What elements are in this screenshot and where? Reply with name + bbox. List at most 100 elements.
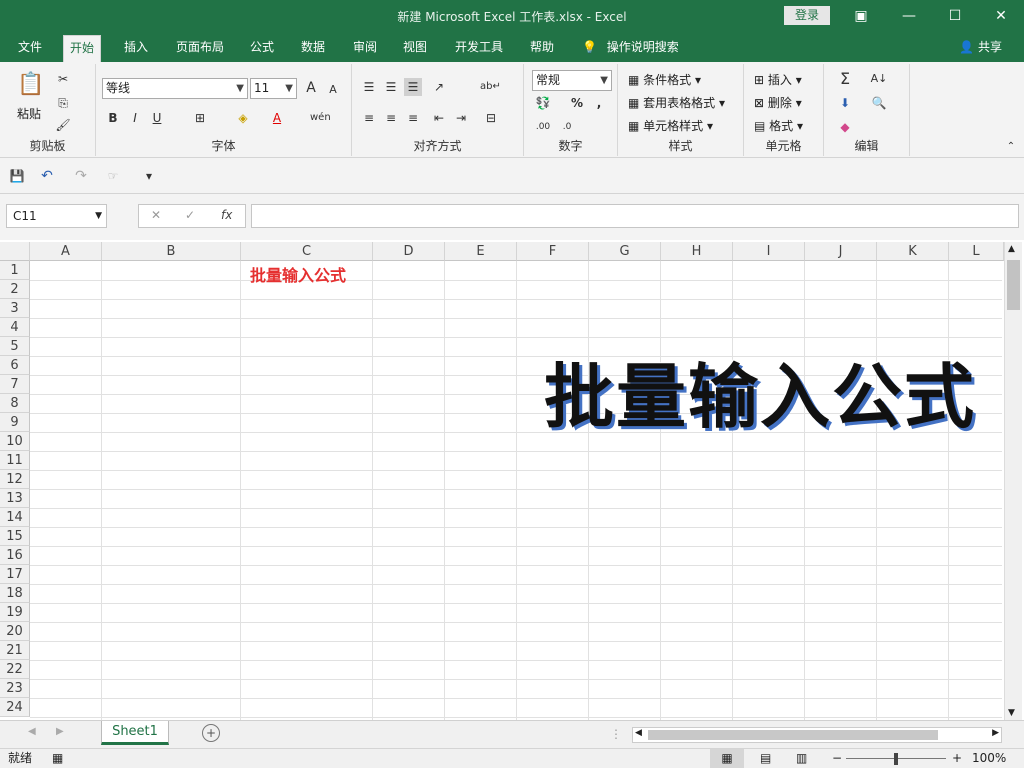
font-name-combo[interactable]: 等线 ▼ bbox=[102, 78, 248, 99]
close-button[interactable]: ✕ bbox=[978, 0, 1024, 32]
column-header[interactable]: I bbox=[733, 242, 805, 261]
zoom-slider-thumb[interactable] bbox=[894, 753, 898, 765]
scroll-down-icon[interactable]: ▼ bbox=[1008, 708, 1015, 718]
shrink-font-button[interactable]: A bbox=[324, 81, 342, 99]
row-header[interactable]: 16 bbox=[0, 546, 30, 565]
comma-button[interactable]: , bbox=[590, 94, 608, 112]
delete-cells-button[interactable]: ⊠ 删除 ▾ bbox=[754, 95, 802, 111]
format-as-table-button[interactable]: ▦ 套用表格格式 ▾ bbox=[628, 95, 725, 111]
horizontal-scrollbar[interactable]: ◀ ▶ bbox=[632, 727, 1002, 743]
column-header[interactable]: E bbox=[445, 242, 517, 261]
select-all-corner[interactable] bbox=[0, 242, 30, 261]
row-header[interactable]: 11 bbox=[0, 451, 30, 470]
align-left-icon[interactable]: ≡ bbox=[360, 109, 378, 127]
row-header[interactable]: 24 bbox=[0, 698, 30, 717]
zoom-level[interactable]: 100% bbox=[972, 749, 1006, 768]
percent-button[interactable]: % bbox=[568, 94, 586, 112]
row-header[interactable]: 2 bbox=[0, 280, 30, 299]
redo-icon[interactable]: ↷ bbox=[72, 167, 90, 185]
italic-button[interactable]: I bbox=[126, 109, 144, 127]
row-header[interactable]: 12 bbox=[0, 470, 30, 489]
page-layout-view-icon[interactable]: ▤ bbox=[760, 749, 771, 768]
zoom-in-icon[interactable]: + bbox=[952, 749, 962, 768]
cell-styles-button[interactable]: ▦ 单元格样式 ▾ bbox=[628, 118, 713, 134]
row-header[interactable]: 21 bbox=[0, 641, 30, 660]
enter-icon[interactable]: ✓ bbox=[185, 208, 195, 222]
normal-view-icon[interactable]: ▦ bbox=[710, 749, 744, 768]
tab-home[interactable]: 开始 bbox=[63, 35, 102, 62]
insert-function-button[interactable]: fx bbox=[221, 208, 232, 222]
save-icon[interactable]: 💾 bbox=[8, 167, 26, 185]
row-header[interactable]: 8 bbox=[0, 394, 30, 413]
worksheet-grid[interactable]: A B C D E F G H I J K L 1 2 3 4 5 6 7 8 … bbox=[0, 240, 1024, 720]
tab-file[interactable]: 文件 bbox=[12, 32, 48, 62]
wrap-text-icon[interactable]: ab↵ bbox=[480, 78, 501, 96]
decrease-decimal-icon[interactable]: .0 bbox=[558, 118, 576, 136]
increase-decimal-icon[interactable]: .00 bbox=[534, 118, 552, 136]
column-header[interactable]: H bbox=[661, 242, 733, 261]
column-header[interactable]: D bbox=[373, 242, 445, 261]
align-top-icon[interactable]: ☰ bbox=[360, 78, 378, 96]
share-button[interactable]: 👤 共享 bbox=[959, 32, 1002, 62]
page-break-view-icon[interactable]: ▥ bbox=[796, 749, 807, 768]
insert-cells-button[interactable]: ⊞ 插入 ▾ bbox=[754, 72, 802, 88]
font-size-combo[interactable]: 11 ▼ bbox=[250, 78, 297, 99]
column-header[interactable]: A bbox=[30, 242, 102, 261]
row-header[interactable]: 9 bbox=[0, 413, 30, 432]
vertical-scrollbar[interactable]: ▲ ▼ bbox=[1004, 242, 1022, 720]
row-header[interactable]: 18 bbox=[0, 584, 30, 603]
tab-review[interactable]: 审阅 bbox=[347, 32, 383, 62]
accounting-format-icon[interactable]: 💱 bbox=[534, 94, 552, 112]
format-painter-icon[interactable]: 🖌 bbox=[54, 116, 72, 134]
tab-insert[interactable]: 插入 bbox=[118, 32, 154, 62]
macro-record-icon[interactable]: ▦ bbox=[52, 749, 63, 768]
tab-help[interactable]: 帮助 bbox=[524, 32, 560, 62]
borders-icon[interactable]: ⊞ bbox=[191, 109, 209, 127]
column-header[interactable]: B bbox=[102, 242, 241, 261]
formula-input[interactable] bbox=[251, 204, 1019, 228]
paste-icon[interactable]: 📋 bbox=[16, 70, 46, 100]
clear-icon[interactable]: ◆ bbox=[836, 118, 854, 136]
row-header[interactable]: 15 bbox=[0, 527, 30, 546]
paste-button[interactable]: 粘贴 bbox=[17, 106, 41, 122]
row-header[interactable]: 5 bbox=[0, 337, 30, 356]
column-header[interactable]: J bbox=[805, 242, 877, 261]
bold-button[interactable]: B bbox=[104, 109, 122, 127]
undo-icon[interactable]: ↶ bbox=[38, 167, 56, 185]
find-select-icon[interactable]: 🔍 bbox=[870, 94, 888, 112]
fill-icon[interactable]: ⬇ bbox=[836, 94, 854, 112]
row-header[interactable]: 3 bbox=[0, 299, 30, 318]
sort-filter-icon[interactable]: A↓ bbox=[870, 70, 888, 88]
column-header[interactable]: C bbox=[241, 242, 373, 261]
sheet-tab[interactable]: Sheet1 bbox=[101, 721, 169, 745]
tab-view[interactable]: 视图 bbox=[397, 32, 433, 62]
align-right-icon[interactable]: ≡ bbox=[404, 109, 422, 127]
row-header[interactable]: 19 bbox=[0, 603, 30, 622]
copy-icon[interactable]: ⎘ bbox=[54, 94, 72, 112]
tab-page-layout[interactable]: 页面布局 bbox=[170, 32, 230, 62]
tab-developer[interactable]: 开发工具 bbox=[449, 32, 509, 62]
row-header[interactable]: 7 bbox=[0, 375, 30, 394]
row-header[interactable]: 20 bbox=[0, 622, 30, 641]
row-header[interactable]: 23 bbox=[0, 679, 30, 698]
tab-data[interactable]: 数据 bbox=[295, 32, 331, 62]
vertical-scroll-thumb[interactable] bbox=[1007, 260, 1020, 310]
row-header[interactable]: 17 bbox=[0, 565, 30, 584]
name-box[interactable]: C11 ▼ bbox=[6, 204, 107, 228]
row-header[interactable]: 22 bbox=[0, 660, 30, 679]
row-header[interactable]: 13 bbox=[0, 489, 30, 508]
touch-mode-icon[interactable]: ☞ bbox=[104, 167, 122, 185]
next-sheet-icon[interactable]: ▶ bbox=[56, 726, 64, 737]
scroll-right-icon[interactable]: ▶ bbox=[992, 728, 999, 738]
row-header[interactable]: 14 bbox=[0, 508, 30, 527]
orientation-icon[interactable]: ↗ bbox=[430, 78, 448, 96]
row-header[interactable]: 10 bbox=[0, 432, 30, 451]
cut-icon[interactable]: ✂ bbox=[54, 70, 72, 88]
tab-split-handle-icon[interactable]: ⋮ bbox=[610, 727, 622, 741]
row-header[interactable]: 1 bbox=[0, 261, 30, 280]
row-header[interactable]: 4 bbox=[0, 318, 30, 337]
number-format-combo[interactable]: 常规 ▼ bbox=[532, 70, 612, 91]
format-cells-button[interactable]: ▤ 格式 ▾ bbox=[754, 118, 803, 134]
prev-sheet-icon[interactable]: ◀ bbox=[28, 726, 36, 737]
underline-button[interactable]: U bbox=[148, 109, 166, 127]
